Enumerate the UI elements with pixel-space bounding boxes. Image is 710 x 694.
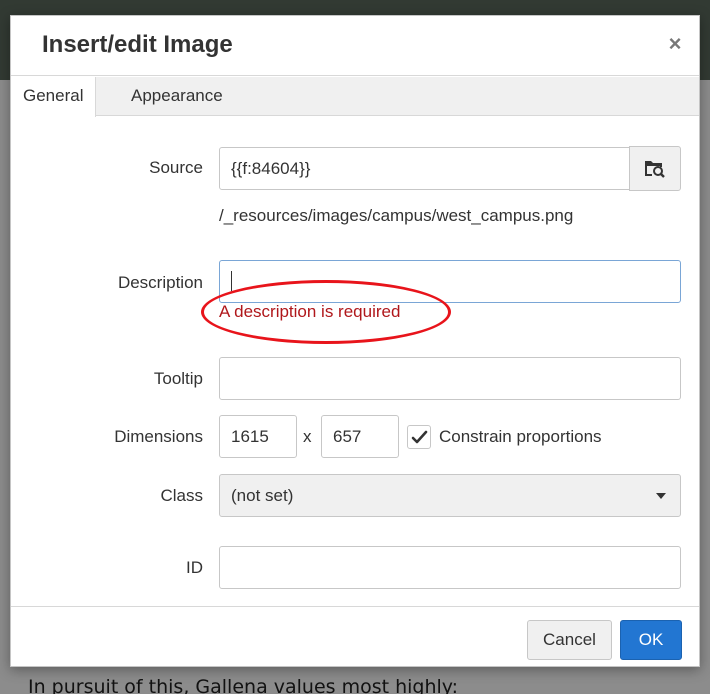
source-input[interactable]: {{f:84604}}: [219, 147, 631, 190]
height-input[interactable]: 657: [321, 415, 399, 458]
ok-button[interactable]: OK: [620, 620, 682, 660]
cancel-button[interactable]: Cancel: [527, 620, 612, 660]
class-label: Class: [160, 486, 203, 505]
browse-button[interactable]: [629, 146, 681, 191]
tab-appearance[interactable]: Appearance: [119, 77, 235, 116]
text-caret: [231, 271, 232, 292]
image-form: Source {{f:84604}} /_resources/images/ca…: [11, 117, 699, 607]
tooltip-label: Tooltip: [153, 369, 203, 388]
close-icon[interactable]: ×: [663, 32, 687, 56]
constrain-proportions-checkbox[interactable]: [407, 425, 431, 449]
checkmark-icon: [411, 430, 428, 444]
source-resolved-path: /_resources/images/campus/west_campus.pn…: [219, 206, 574, 225]
tooltip-input[interactable]: [219, 357, 681, 400]
insert-image-dialog: Insert/edit Image × General Appearance S…: [10, 15, 700, 667]
id-label: ID: [186, 558, 203, 577]
description-label: Description: [117, 273, 203, 292]
dialog-footer: Cancel OK: [11, 606, 699, 666]
class-selected-value: (not set): [231, 486, 294, 505]
source-label: Source: [149, 158, 203, 177]
class-select[interactable]: (not set): [219, 474, 681, 517]
id-input[interactable]: [219, 546, 681, 589]
folder-search-icon: [645, 161, 665, 178]
chevron-down-icon: [656, 493, 666, 499]
dimensions-separator: x: [303, 427, 312, 446]
tab-general[interactable]: General: [11, 77, 97, 117]
tab-bar: General Appearance: [11, 77, 699, 117]
width-input[interactable]: 1615: [219, 415, 297, 458]
annotation-highlight-ellipse: [201, 280, 451, 344]
constrain-proportions-label: Constrain proportions: [439, 427, 602, 446]
dialog-title: Insert/edit Image: [42, 31, 233, 58]
dialog-header: Insert/edit Image ×: [11, 16, 699, 76]
dimensions-label: Dimensions: [114, 427, 203, 446]
